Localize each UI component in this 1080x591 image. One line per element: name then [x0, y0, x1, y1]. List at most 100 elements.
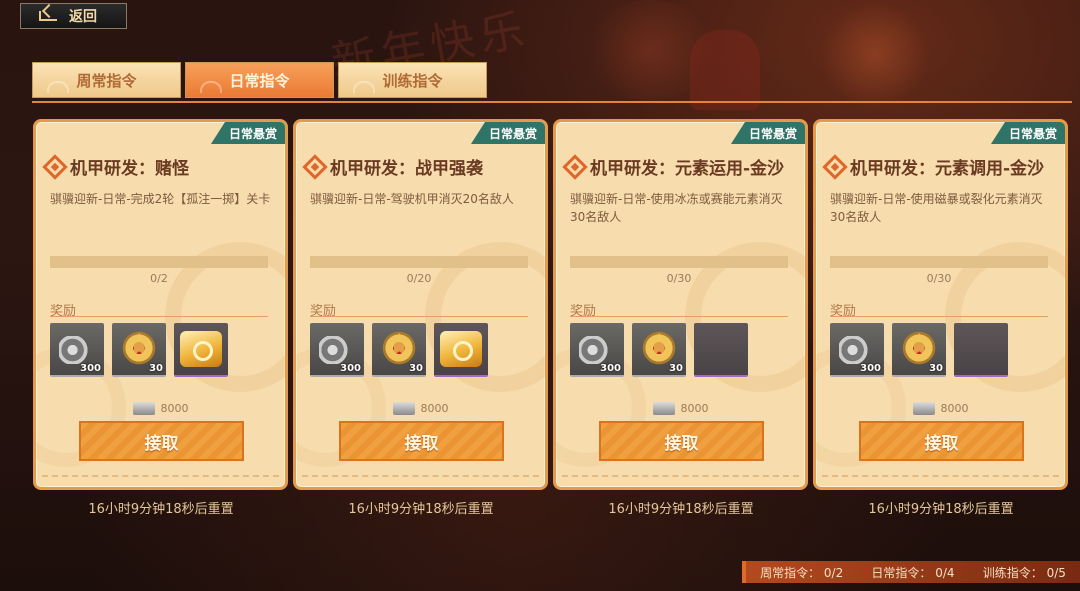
cost-value: 8000 — [940, 402, 969, 415]
cost-row: 8000 — [296, 402, 545, 415]
cloud-swirl-icon — [47, 81, 69, 93]
daily-count: 日常指令： 0/4 — [871, 565, 955, 580]
reward-slot[interactable]: 300 — [570, 323, 624, 377]
card-description: 骐骥迎新-日常-使用磁暴或裂化元素消灭30名敌人 — [830, 192, 1043, 224]
card-description: 骐骥迎新-日常-驾驶机甲消灭20名敌人 — [310, 192, 514, 206]
diamond-icon — [562, 153, 588, 180]
reward-slot[interactable]: 30 — [892, 323, 946, 377]
tab-label: 训练指令 — [382, 71, 443, 90]
progress-bar — [50, 256, 268, 268]
reward-count: 300 — [340, 363, 361, 374]
progress-text: 0/20 — [406, 272, 432, 285]
currency-ticket-icon — [912, 402, 935, 415]
cloud-swirl-icon — [353, 81, 375, 93]
gear-parts-icon — [579, 336, 613, 364]
tabs-divider — [32, 101, 1072, 103]
reward-divider — [50, 316, 268, 317]
reward-count: 30 — [929, 363, 943, 374]
back-arrow-icon — [39, 11, 57, 21]
currency-ticket-icon — [392, 402, 415, 415]
card-title-text: 机甲研发：元素运用-金沙 — [590, 159, 785, 179]
firework-decoration — [820, 0, 930, 110]
progress-bar — [310, 256, 528, 268]
reward-slot[interactable]: 300 — [310, 323, 364, 377]
reward-divider — [570, 316, 788, 317]
daily-bounty-tag: 日常悬赏 — [470, 122, 545, 144]
gold-medal-icon — [380, 326, 418, 367]
weekly-count: 周常指令： 0/2 — [760, 565, 844, 580]
reward-slot[interactable]: 30 — [372, 323, 426, 377]
cost-row: 8000 — [816, 402, 1065, 415]
progress-text: 0/2 — [150, 272, 168, 285]
back-label: 返回 — [69, 9, 97, 25]
diamond-icon — [822, 153, 848, 180]
card-description: 骐骥迎新-日常-完成2轮【孤注一掷】关卡 — [50, 192, 271, 206]
gear-parts-icon — [319, 336, 353, 364]
diamond-icon — [302, 153, 328, 180]
tab-weekly[interactable]: 周常指令 — [32, 62, 181, 98]
daily-bounty-tag: 日常悬赏 — [210, 122, 285, 144]
reward-slot[interactable] — [954, 323, 1008, 377]
mission-card: 日常悬赏 机甲研发：元素运用-金沙 骐骥迎新-日常-使用冰冻或赛能元素消灭30名… — [553, 119, 808, 490]
card-title: 机甲研发：战甲强袭 — [302, 153, 483, 180]
reward-slot[interactable] — [434, 323, 488, 377]
gear-parts-icon — [839, 336, 873, 364]
reward-slot[interactable]: 300 — [830, 323, 884, 377]
card-title: 机甲研发：赌怪 — [42, 153, 189, 180]
cost-row: 8000 — [556, 402, 805, 415]
reward-list: 300 30 — [310, 323, 488, 377]
currency-ticket-icon — [132, 402, 155, 415]
command-tabs: 周常指令 日常指令 训练指令 — [32, 62, 487, 98]
reward-count: 300 — [80, 363, 101, 374]
card-title-text: 机甲研发：元素调用-金沙 — [850, 159, 1045, 179]
reward-slot[interactable]: 30 — [632, 323, 686, 377]
reward-slot[interactable] — [694, 323, 748, 377]
cost-value: 8000 — [420, 402, 449, 415]
reward-slot[interactable]: 30 — [112, 323, 166, 377]
daily-bounty-tag: 日常悬赏 — [730, 122, 805, 144]
reward-slot[interactable]: 300 — [50, 323, 104, 377]
cost-value: 8000 — [160, 402, 189, 415]
cloud-swirl-icon — [200, 81, 222, 93]
command-summary-bar: 周常指令： 0/2 日常指令： 0/4 训练指令： 0/5 — [742, 561, 1080, 583]
gold-medal-icon — [640, 326, 678, 367]
progress-text: 0/30 — [926, 272, 952, 285]
training-count: 训练指令： 0/5 — [982, 565, 1066, 580]
progress-text: 0/30 — [666, 272, 692, 285]
card-title: 机甲研发：元素调用-金沙 — [822, 153, 1045, 180]
tab-daily[interactable]: 日常指令 — [185, 62, 334, 98]
cost-row: 8000 — [36, 402, 285, 415]
tab-training[interactable]: 训练指令 — [338, 62, 487, 98]
mission-card: 日常悬赏 机甲研发：赌怪 骐骥迎新-日常-完成2轮【孤注一掷】关卡 0/2 奖励… — [33, 119, 288, 490]
reward-count: 30 — [669, 363, 683, 374]
card-border-decoration — [42, 475, 279, 481]
reset-timer: 16小时9分钟18秒后重置 — [88, 502, 234, 517]
daily-bounty-tag: 日常悬赏 — [990, 122, 1065, 144]
claim-button[interactable]: 接取 — [79, 421, 244, 461]
reward-count: 30 — [409, 363, 423, 374]
reward-divider — [310, 316, 528, 317]
reward-list: 300 30 — [570, 323, 748, 377]
card-title-text: 机甲研发：战甲强袭 — [330, 159, 483, 179]
back-button[interactable]: 返回 — [20, 3, 127, 29]
claim-button[interactable]: 接取 — [599, 421, 764, 461]
tab-label: 日常指令 — [229, 71, 290, 90]
background-character — [690, 30, 760, 110]
reward-list: 300 30 — [830, 323, 1008, 377]
card-border-decoration — [562, 475, 799, 481]
reward-list: 300 30 — [50, 323, 228, 377]
mission-card: 日常悬赏 机甲研发：战甲强袭 骐骥迎新-日常-驾驶机甲消灭20名敌人 0/20 … — [293, 119, 548, 490]
gold-medal-icon — [900, 326, 938, 367]
gear-parts-icon — [59, 336, 93, 364]
gold-chest-icon — [440, 331, 482, 367]
reward-count: 30 — [149, 363, 163, 374]
reward-count: 300 — [600, 363, 621, 374]
diamond-icon — [42, 153, 68, 180]
reset-timer: 16小时9分钟18秒后重置 — [868, 502, 1014, 517]
card-title: 机甲研发：元素运用-金沙 — [562, 153, 785, 180]
gold-medal-icon — [120, 326, 158, 367]
claim-button[interactable]: 接取 — [859, 421, 1024, 461]
claim-button[interactable]: 接取 — [339, 421, 504, 461]
reward-slot[interactable] — [174, 323, 228, 377]
card-border-decoration — [302, 475, 539, 481]
